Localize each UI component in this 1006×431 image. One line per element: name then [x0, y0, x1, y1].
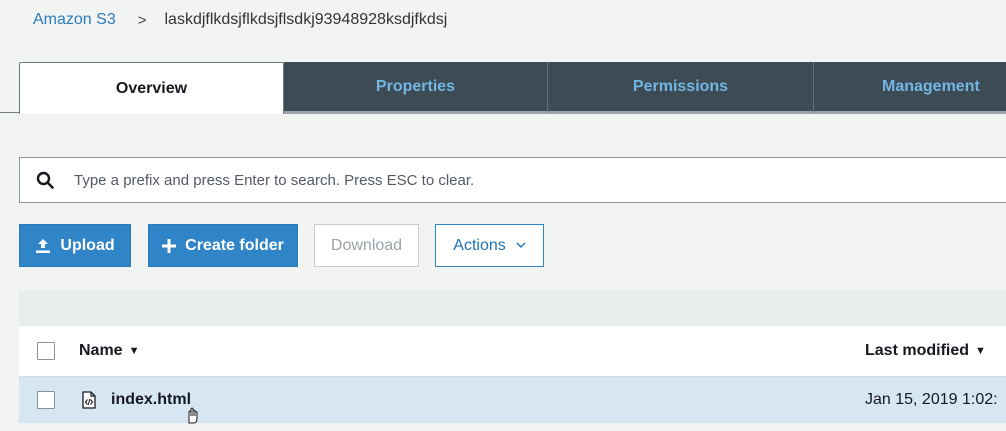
search-input[interactable] [74, 171, 874, 189]
plus-icon [162, 238, 177, 253]
upload-button[interactable]: Upload [19, 224, 131, 267]
tab-properties[interactable]: Properties [284, 62, 548, 114]
tab-overview[interactable]: Overview [19, 62, 284, 114]
chevron-down-icon [516, 242, 526, 249]
breadcrumb: Amazon S3 > laskdjflkdsjflkdsjflsdkj9394… [33, 9, 447, 31]
breadcrumb-bucket-name: laskdjflkdsjflkdsjflsdkj93948928ksdjfkds… [164, 11, 448, 28]
file-name-link[interactable]: index.html [111, 377, 191, 423]
sort-caret-icon: ▼ [128, 345, 140, 357]
create-folder-button-label: Create folder [185, 236, 284, 254]
search-box [19, 157, 1006, 203]
tab-baseline [0, 112, 20, 113]
upload-button-label: Upload [60, 236, 115, 254]
row-checkbox[interactable] [37, 391, 55, 409]
sort-caret-icon: ▼ [975, 345, 986, 357]
download-button-label: Download [330, 236, 403, 254]
column-header-last-modified[interactable]: Last modified ▼ [865, 326, 986, 376]
upload-icon [35, 238, 51, 254]
breadcrumb-separator: > [137, 11, 147, 29]
select-all-checkbox[interactable] [37, 342, 55, 360]
tab-permissions[interactable]: Permissions [548, 62, 814, 114]
column-header-name[interactable]: Name ▼ [79, 326, 139, 376]
tab-bar: Overview Properties Permissions Manageme… [0, 62, 1006, 114]
file-last-modified: Jan 15, 2019 1:02: [865, 391, 998, 408]
column-last-modified-label: Last modified [865, 342, 970, 359]
actions-button-label: Actions [453, 236, 506, 254]
breadcrumb-amazon-s3-link[interactable]: Amazon S3 [33, 11, 116, 29]
tab-management[interactable]: Management [814, 62, 1006, 114]
table-toolbar-band [19, 290, 1006, 326]
actions-dropdown-button[interactable]: Actions [435, 224, 544, 267]
hand-cursor-icon [183, 406, 203, 426]
html-file-icon [80, 391, 98, 409]
create-folder-button[interactable]: Create folder [148, 224, 298, 267]
table-row[interactable]: index.html Jan 15, 2019 1:02: [19, 377, 1006, 423]
table-header: Name ▼ Last modified ▼ [19, 326, 1006, 377]
column-name-label: Name [79, 342, 123, 359]
download-button[interactable]: Download [314, 224, 419, 267]
search-icon [35, 170, 55, 190]
